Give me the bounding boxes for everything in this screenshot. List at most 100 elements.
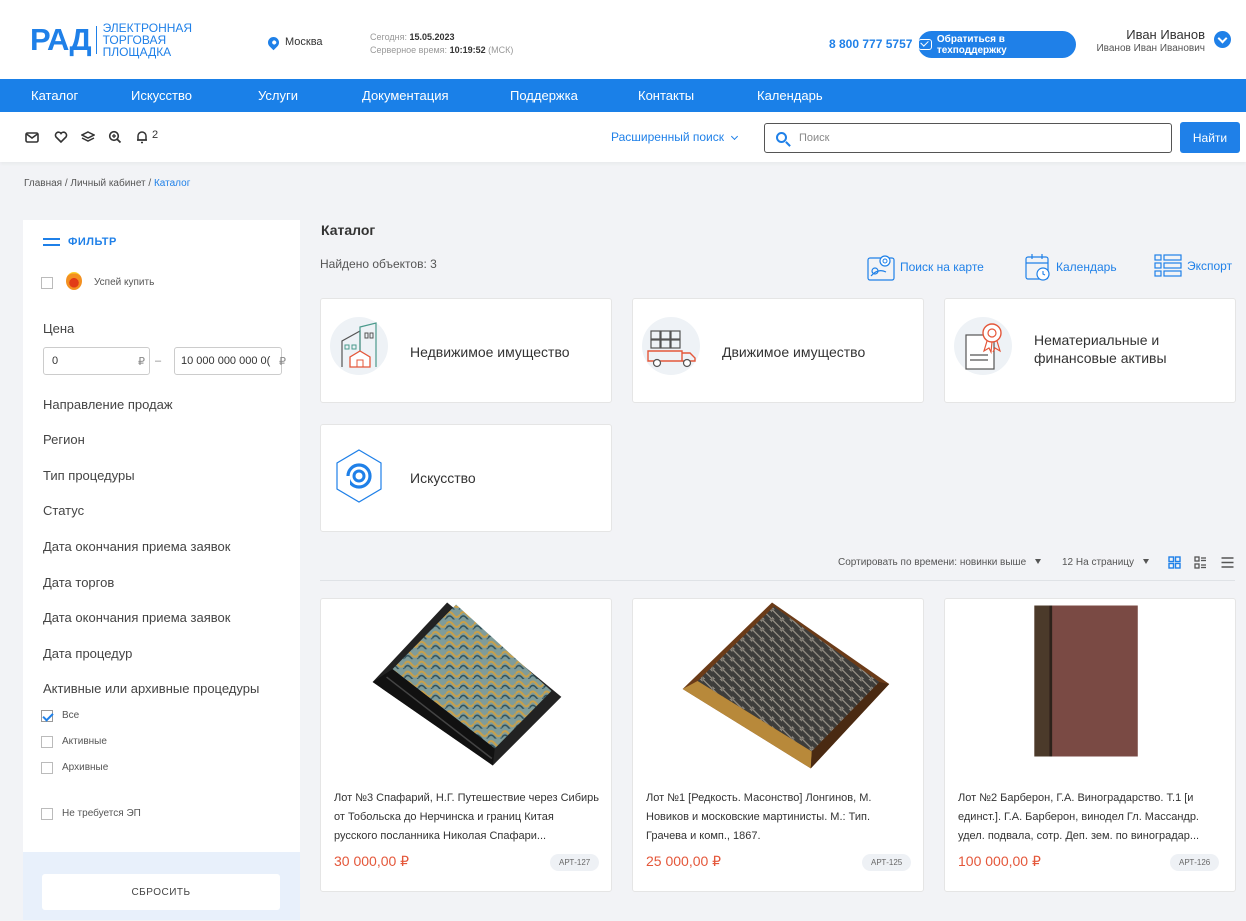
find-button[interactable]: Найти (1180, 122, 1240, 153)
lot-image-book-leather (682, 602, 890, 769)
filter-title-label: ФИЛЬТР (68, 236, 117, 248)
advanced-search-label: Расширенный поиск (611, 130, 724, 144)
lot-card[interactable]: Лот №1 [Редкость. Масонство] Лонгинов, М… (632, 598, 924, 892)
filter-section-procedure-type[interactable]: Тип процедуры (43, 468, 135, 483)
price-to-input[interactable]: 10 000 000 000 0( (174, 347, 282, 375)
today-label: Сегодня: (370, 32, 407, 42)
filter-section-application-end-2[interactable]: Дата окончания приема заявок (43, 610, 230, 625)
filter-section-status[interactable]: Статус (43, 503, 84, 518)
breadcrumb-home[interactable]: Главная (24, 178, 62, 189)
export-label: Экспорт (1187, 259, 1233, 273)
lot-card[interactable]: Лот №2 Барберон, Г.А. Виноградарство. Т.… (944, 598, 1236, 892)
calendar-button[interactable]: Календарь (1024, 252, 1117, 282)
export-icon (1154, 254, 1182, 277)
filter-section-procedure-date[interactable]: Дата процедур (43, 646, 132, 661)
server-time: 10:19:52 (449, 45, 486, 55)
breadcrumb-separator: / (64, 178, 68, 189)
advanced-search-toggle[interactable]: Расширенный поиск (611, 130, 739, 144)
reset-button[interactable]: СБРОСИТЬ (42, 874, 280, 910)
per-page-select[interactable]: 12 На страницу (1062, 557, 1150, 568)
nav-item-docs[interactable]: Документация (362, 88, 449, 103)
server-time-label: Серверное время: (370, 45, 448, 55)
search-placeholder: Поиск (799, 132, 830, 144)
building-icon (330, 317, 388, 375)
timezone: (МСК) (488, 45, 514, 55)
price-from-input[interactable]: 0 (43, 347, 150, 375)
grid-view-icon[interactable] (1168, 556, 1181, 569)
user-name: Иван Иванов (1126, 27, 1205, 42)
option-active-checkbox[interactable] (41, 736, 53, 748)
filter-sidebar: ФИЛЬТР Успей купить Цена 0 ₽ – 10 000 00… (23, 220, 300, 920)
category-label: Недвижимое имущество (410, 344, 570, 360)
category-real-estate[interactable]: Недвижимое имущество (320, 298, 612, 403)
bell-icon[interactable] (135, 130, 149, 144)
tile-list-view-icon[interactable] (1194, 556, 1207, 569)
layers-icon[interactable] (81, 130, 95, 144)
nav-item-support[interactable]: Поддержка (510, 88, 578, 103)
support-label: Обратиться в техподдержку (936, 33, 1007, 56)
found-count: Найдено объектов: 3 (320, 257, 437, 271)
option-archive-checkbox[interactable] (41, 762, 53, 774)
export-button[interactable]: Экспорт (1153, 252, 1232, 280)
breadcrumb-cabinet[interactable]: Личный кабинет (70, 178, 145, 189)
user-info[interactable]: Иван Иванов Иванов Иван Иванович (1096, 28, 1205, 56)
city-name: Москва (285, 36, 323, 48)
filter-sliders-icon (43, 236, 60, 248)
lot-code-badge: АРТ-127 (550, 854, 600, 871)
list-view-icon[interactable] (1221, 556, 1234, 569)
filter-section-application-end[interactable]: Дата окончания приема заявок (43, 539, 230, 554)
nav-item-contacts[interactable]: Контакты (638, 88, 694, 103)
calendar-icon (1025, 254, 1050, 281)
today-date: 15.05.2023 (409, 32, 455, 42)
dropdown-icon (1143, 559, 1150, 564)
category-intangible[interactable]: Нематериальные и финансовые активы (944, 298, 1236, 403)
zoom-icon[interactable] (108, 130, 122, 144)
category-label: Движимое имущество (722, 344, 866, 360)
catalog-title: Каталог (321, 222, 376, 238)
option-all-checkbox[interactable] (41, 710, 53, 722)
mail-icon[interactable] (25, 130, 39, 144)
search-input[interactable]: Поиск (764, 123, 1172, 153)
support-button[interactable]: Обратиться в техподдержку (918, 31, 1076, 58)
category-movable[interactable]: Движимое имущество (632, 298, 924, 403)
lot-title[interactable]: Лот №3 Спафарий, Н.Г. Путешествие через … (334, 789, 599, 846)
price-from-currency: ₽ (138, 356, 145, 368)
map-search-button[interactable]: Поиск на карте (866, 252, 984, 282)
lot-code-badge: АРТ-125 (862, 854, 912, 871)
dropdown-icon (1035, 559, 1042, 564)
lot-title[interactable]: Лот №1 [Редкость. Масонство] Лонгинов, М… (646, 789, 911, 846)
nav-item-art[interactable]: Искусство (131, 88, 192, 103)
date-time-info: Сегодня: 15.05.2023 Серверное время: 10:… (370, 31, 513, 57)
calendar-label: Календарь (1056, 260, 1117, 274)
logo[interactable]: РАД ЭЛЕКТРОННАЯ ТОРГОВАЯ ПЛОЩАДКА (30, 22, 223, 58)
lot-title[interactable]: Лот №2 Барберон, Г.А. Виноградарство. Т.… (958, 789, 1223, 846)
city-selector[interactable]: Москва (265, 34, 323, 50)
sort-select[interactable]: Сортировать по времени: новинки выше (838, 557, 1042, 568)
user-menu-chevron-icon[interactable] (1214, 31, 1231, 48)
fire-icon (66, 272, 82, 290)
filter-section-trade-date[interactable]: Дата торгов (43, 575, 114, 590)
phone-link[interactable]: 8 800 777 5757 (829, 37, 912, 51)
no-ep-checkbox[interactable] (41, 808, 53, 820)
logo-divider (95, 26, 97, 54)
option-active-label: Активные (62, 736, 107, 747)
price-dash: – (155, 355, 162, 367)
option-archive-label: Архивные (62, 762, 109, 773)
filter-section-sales-direction[interactable]: Направление продаж (43, 397, 173, 412)
heart-icon[interactable] (54, 130, 68, 144)
category-label: Нематериальные и финансовые активы (1034, 332, 1167, 366)
price-to-currency: ₽ (279, 356, 286, 368)
filter-title[interactable]: ФИЛЬТР (43, 236, 117, 248)
hurry-checkbox[interactable] (41, 277, 53, 289)
filter-section-region[interactable]: Регион (43, 432, 85, 447)
art-logo-icon (330, 447, 388, 505)
nav-item-catalog[interactable]: Каталог (31, 88, 78, 103)
divider (320, 580, 1235, 581)
nav-item-calendar[interactable]: Календарь (757, 88, 823, 103)
category-art[interactable]: Искусство (320, 424, 612, 532)
sort-label: Сортировать по времени: новинки выше (838, 557, 1027, 568)
no-ep-label: Не требуется ЭП (62, 808, 141, 819)
lot-card[interactable]: Лот №3 Спафарий, Н.Г. Путешествие через … (320, 598, 612, 892)
nav-item-services[interactable]: Услуги (258, 88, 298, 103)
logo-mark: РАД (30, 22, 92, 57)
